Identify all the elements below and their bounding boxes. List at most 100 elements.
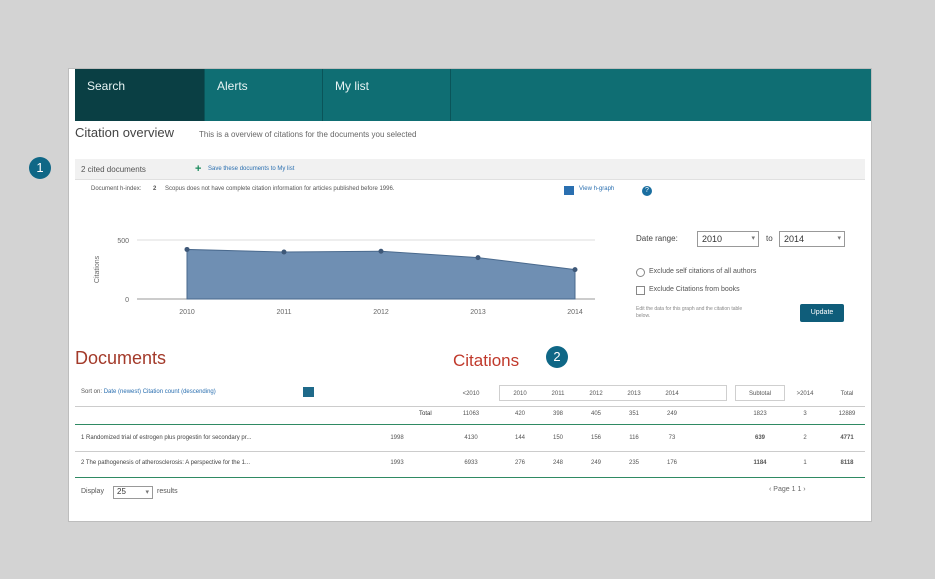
page-label: Page 1 [773,486,796,493]
chevron-down-icon: ▾ [145,489,149,496]
document-title-link[interactable]: 1 Randomized trial of estrogen plus prog… [81,435,251,441]
results-per-page-select[interactable]: 25 ▾ [113,486,153,499]
exclude-self-radio[interactable] [636,268,645,277]
x-tick-label: 2010 [179,309,195,316]
h-index-value: 2 [153,186,157,192]
total-cell: 420 [514,411,525,417]
col-2012: 2012 [589,391,603,397]
x-tick-label: 2013 [470,309,486,316]
citation-cell: 248 [552,460,563,466]
total-cell: 249 [666,411,677,417]
citation-cell: 144 [514,435,525,441]
table-divider [75,406,865,407]
date-from-value: 2010 [702,234,723,244]
view-h-graph-link[interactable]: View h-graph [579,186,614,192]
graph-edit-note: Edit the data for this graph and the cit… [636,306,743,319]
table-divider [75,424,865,425]
h-index-note: Scopus does not have complete citation i… [165,186,395,192]
col-2010: 2010 [513,391,527,397]
table-divider [75,477,865,478]
total-cell: 351 [628,411,639,417]
date-to-select[interactable]: 2014 ▾ [779,231,845,247]
h-index-label: Document h-index: [91,186,142,192]
chevron-down-icon: ▾ [751,235,755,242]
exclude-self-label: Exclude self citations of all authors [649,268,757,275]
exclude-books-checkbox[interactable] [636,286,645,295]
citation-cell: 6933 [464,460,478,466]
citation-cell: 276 [514,460,525,466]
citation-cell: 116 [629,435,639,441]
citation-cell: 150 [552,435,563,441]
date-from-select[interactable]: 2010 ▾ [697,231,759,247]
area-series [186,248,576,300]
y-tick-label: 500 [117,238,129,245]
col-2014: 2014 [665,391,679,397]
y-axis-title: Citations [94,255,101,283]
data-point [378,248,384,254]
date-range-label: Date range: [636,234,678,243]
x-tick-label: 2011 [276,309,291,316]
citation-cell: 176 [666,460,677,466]
total-cell: 11063 [462,411,480,417]
chevron-down-icon: ▾ [837,235,841,242]
date-to-value: 2014 [784,234,805,244]
col-after-2014: >2014 [796,391,814,397]
to-label: to [766,234,773,243]
x-tick-label: 2012 [373,309,389,316]
graph-icon[interactable] [564,186,574,195]
x-tick-label: 2014 [567,309,583,316]
citations-heading: Citations [453,351,520,370]
sort-count-link[interactable]: Citation count (descending) [143,389,216,395]
y-tick-label: 0 [125,297,129,304]
plus-icon[interactable]: + [195,163,201,175]
tab-search[interactable]: Search [75,69,205,121]
citation-overview-window: Search Alerts My list Citation overview … [68,68,872,522]
total-cell: 1823 [753,411,767,417]
results-per-page-value: 25 [117,487,126,496]
subtotal-cell: 639 [754,435,765,441]
total-cell: 12889 [838,411,856,417]
exclude-books-label: Exclude Citations from books [649,286,740,293]
data-point [281,249,287,255]
documents-heading: Documents [75,348,167,368]
data-point [184,246,190,252]
total-cell: 398 [552,411,563,417]
table-divider [75,451,865,452]
help-icon[interactable]: ? [642,186,652,196]
citation-cell: 235 [628,460,639,466]
citation-cell: 249 [590,460,601,466]
save-to-list-link[interactable]: Save these documents to My list [208,166,294,172]
col-before-2010: <2010 [462,391,480,397]
document-title-link[interactable]: 2 The pathogenesis of atherosclerosis: A… [81,460,250,466]
results-label: results [157,488,178,495]
display-label: Display [81,488,104,495]
citation-cell: 156 [590,435,601,441]
row-total-cell: 4771 [840,435,854,441]
callout-badge-2: 2 [546,346,568,368]
pagination: ‹ Page 1 1 › [769,486,806,493]
tab-alerts[interactable]: Alerts [205,69,323,121]
update-button[interactable]: Update [800,304,844,322]
sort-label: Sort on: [81,389,103,395]
tab-my-list[interactable]: My list [323,69,451,121]
document-year: 1993 [390,460,404,466]
citation-cell: 1 [803,460,807,466]
total-cell: 3 [803,411,807,417]
next-page-icon[interactable]: › [803,486,805,493]
total-cell: 405 [590,411,601,417]
prev-page-icon[interactable]: ‹ [769,486,771,493]
data-point [572,267,578,273]
callout-badge-1: 1 [29,157,51,179]
page-subtitle: This is a overview of citations for the … [199,130,417,139]
sort-controls: Sort on: Date (newest) Citation count (d… [81,389,216,395]
citations-chart: 500020102011201220132014CitationsYears [94,238,595,316]
sort-date-link[interactable]: Date (newest) [104,389,141,395]
col-2011: 2011 [551,391,565,397]
export-icon[interactable] [303,387,314,397]
col-subtotal: Subtotal [748,391,772,397]
cited-count: 2 cited documents [81,165,146,174]
tab-bar: Search Alerts My list [75,69,871,121]
citation-cell: 4130 [464,435,478,441]
row-total-cell: 8118 [840,460,854,466]
subtotal-cell: 1184 [753,460,767,466]
